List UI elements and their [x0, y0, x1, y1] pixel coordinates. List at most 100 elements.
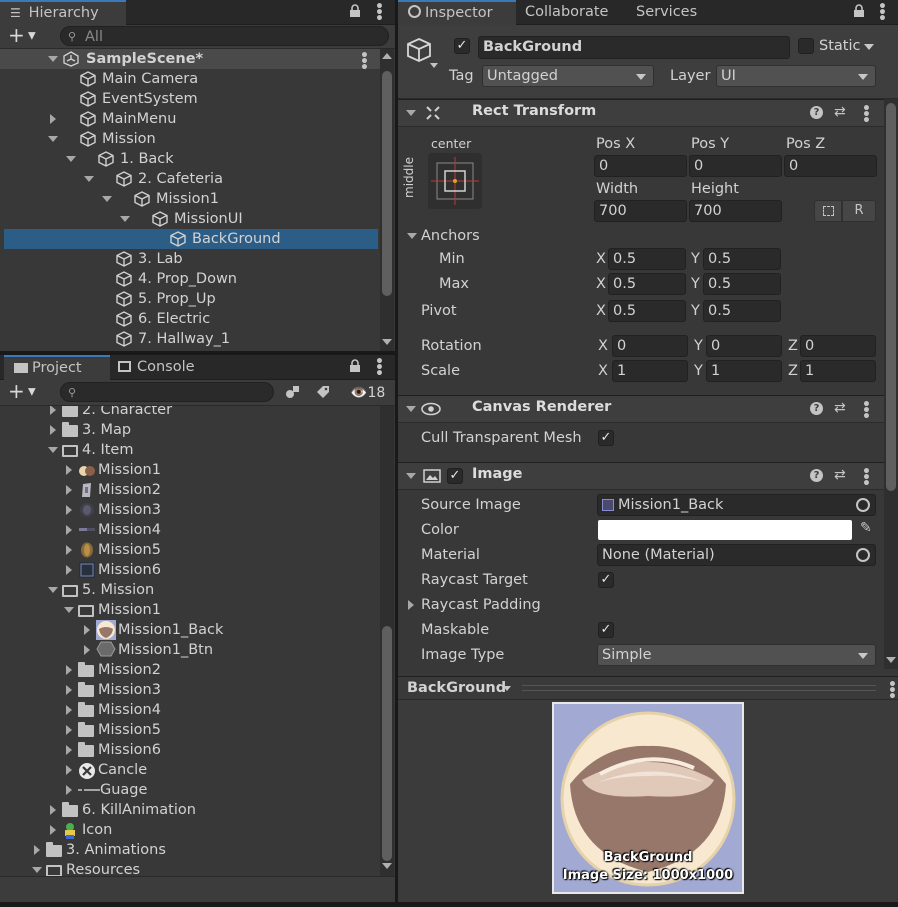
collapse-arrow-icon[interactable] [406, 110, 416, 116]
canvas-renderer-header[interactable]: Canvas Renderer ? ⇄ • • • [398, 395, 884, 424]
expand-arrow-icon[interactable] [34, 845, 40, 855]
scroll-down-icon[interactable] [382, 863, 392, 869]
raycast-padding-expand-icon[interactable] [408, 600, 414, 610]
maskable-toggle[interactable]: ✓ [598, 622, 614, 638]
presets-icon[interactable]: ⇄ [834, 400, 846, 416]
source-image-field[interactable]: Mission1_Back [597, 494, 876, 516]
hierarchy-item[interactable]: 4. Prop_Down [0, 269, 380, 289]
hierarchy-item[interactable]: 3. Lab [0, 249, 380, 269]
raycast-target-toggle[interactable]: ✓ [598, 572, 614, 588]
tab-console[interactable]: Console [118, 355, 218, 380]
scale-x-field[interactable]: 1 [612, 360, 688, 382]
drag-handle[interactable] [522, 685, 876, 691]
expand-arrow-icon[interactable] [66, 765, 72, 775]
image-header[interactable]: ✓ Image ? ⇄ • • • [398, 462, 884, 491]
anchor-presets-button[interactable] [428, 153, 482, 209]
tag-dropdown[interactable]: Untagged [482, 65, 654, 87]
inspector-scrollbar[interactable] [884, 99, 898, 669]
rotation-z-field[interactable]: 0 [800, 335, 876, 357]
project-item[interactable]: Mission1_Btn [0, 640, 380, 660]
static-dropdown-icon[interactable] [864, 44, 874, 50]
hidden-packages-toggle[interactable]: 👁‍18 [350, 383, 385, 403]
raw-edit-button[interactable]: R [842, 200, 876, 222]
hierarchy-item[interactable]: BackGround [4, 229, 378, 249]
expand-arrow-icon[interactable] [66, 465, 72, 475]
project-add-button[interactable]: + ▼ [8, 381, 48, 403]
component-menu-icon[interactable]: • • • [862, 102, 871, 128]
expand-arrow-icon[interactable] [84, 625, 90, 635]
collapse-arrow-icon[interactable] [102, 196, 112, 202]
collapse-arrow-icon[interactable] [120, 216, 130, 222]
tab-collaborate[interactable]: Collaborate [525, 0, 608, 25]
expand-arrow-icon[interactable] [66, 485, 72, 495]
collapse-arrow-icon[interactable] [48, 587, 58, 593]
hierarchy-scrollbar[interactable] [380, 49, 394, 351]
hierarchy-item[interactable]: EventSystem [0, 89, 380, 109]
expand-arrow-icon[interactable] [50, 425, 56, 435]
lock-icon[interactable] [349, 359, 361, 373]
anchor-min-y-field[interactable]: 0.5 [703, 248, 781, 270]
project-item[interactable]: Cancle [0, 760, 380, 780]
pos-y-field[interactable]: 0 [689, 155, 782, 177]
raycast-padding-label[interactable]: Raycast Padding [421, 595, 541, 615]
project-item[interactable]: Mission2 [0, 480, 380, 500]
hierarchy-item[interactable]: Mission1 [0, 189, 380, 209]
hierarchy-search-input[interactable]: ⚲ All [60, 26, 389, 46]
project-item[interactable]: Mission3 [0, 680, 380, 700]
hierarchy-item[interactable]: MainMenu [0, 109, 380, 129]
color-swatch[interactable] [598, 520, 852, 540]
expand-arrow-icon[interactable] [66, 745, 72, 755]
eyedropper-icon[interactable]: ✎ [860, 520, 872, 536]
hierarchy-menu-icon[interactable]: • • • [375, 0, 384, 26]
scene-row[interactable]: SampleScene* • • • [0, 49, 380, 75]
project-item[interactable]: Mission6 [0, 740, 380, 760]
hierarchy-item[interactable]: 5. Prop_Up [0, 289, 380, 309]
object-picker-icon[interactable] [856, 548, 870, 562]
active-toggle[interactable]: ✓ [454, 38, 470, 54]
blueprint-mode-button[interactable] [814, 200, 842, 222]
hierarchy-item[interactable]: 2. Cafeteria [0, 169, 380, 189]
expand-arrow-icon[interactable] [50, 406, 56, 415]
expand-arrow-icon[interactable] [84, 645, 90, 655]
component-menu-icon[interactable]: • • • [862, 398, 871, 424]
expand-arrow-icon[interactable] [50, 114, 56, 124]
project-item[interactable]: 6. KillAnimation [0, 800, 380, 820]
height-field[interactable]: 700 [689, 200, 782, 222]
project-item[interactable]: 3. Map [0, 420, 380, 440]
project-item[interactable]: Mission4 [0, 520, 380, 540]
scale-z-field[interactable]: 1 [800, 360, 876, 382]
project-search-input[interactable]: ⚲ [60, 382, 274, 402]
anchor-max-x-field[interactable]: 0.5 [608, 273, 686, 295]
collapse-arrow-icon[interactable] [406, 406, 416, 412]
project-item[interactable]: Mission2 [0, 660, 380, 680]
project-menu-icon[interactable]: • • • [375, 355, 384, 381]
tab-project[interactable]: Project [4, 355, 110, 380]
scale-y-field[interactable]: 1 [706, 360, 782, 382]
hierarchy-item[interactable]: Main Camera [0, 69, 380, 89]
hierarchy-scroll-thumb[interactable] [382, 71, 392, 296]
inspector-scroll-thumb[interactable] [886, 103, 896, 491]
scroll-down-icon[interactable] [382, 339, 392, 345]
collapse-arrow-icon[interactable] [48, 447, 58, 453]
add-button[interactable]: + ▼ [8, 25, 48, 47]
project-item[interactable]: Mission5 [0, 720, 380, 740]
presets-icon[interactable]: ⇄ [834, 104, 846, 120]
hierarchy-item[interactable]: 7. Hallway_1 [0, 329, 380, 349]
pos-z-field[interactable]: 0 [784, 155, 877, 177]
lock-icon[interactable] [853, 4, 865, 18]
project-item[interactable]: 2. Character [0, 406, 380, 420]
expand-arrow-icon[interactable] [66, 725, 72, 735]
project-item[interactable]: Guage [0, 780, 380, 800]
rotation-y-field[interactable]: 0 [706, 335, 782, 357]
project-scroll-thumb[interactable] [382, 626, 392, 861]
pivot-x-field[interactable]: 0.5 [608, 300, 686, 322]
collapse-arrow-icon[interactable] [48, 136, 58, 142]
project-item[interactable]: Resources [0, 860, 380, 876]
hierarchy-item[interactable]: 1. Back [0, 149, 380, 169]
image-enabled-toggle[interactable]: ✓ [447, 468, 463, 484]
rotation-x-field[interactable]: 0 [612, 335, 688, 357]
preview-title[interactable]: BackGround [407, 678, 506, 698]
rect-transform-header[interactable]: Rect Transform ? ⇄ • • • [398, 99, 884, 128]
filter-by-label-icon[interactable] [316, 385, 330, 399]
project-scrollbar[interactable] [380, 406, 394, 876]
